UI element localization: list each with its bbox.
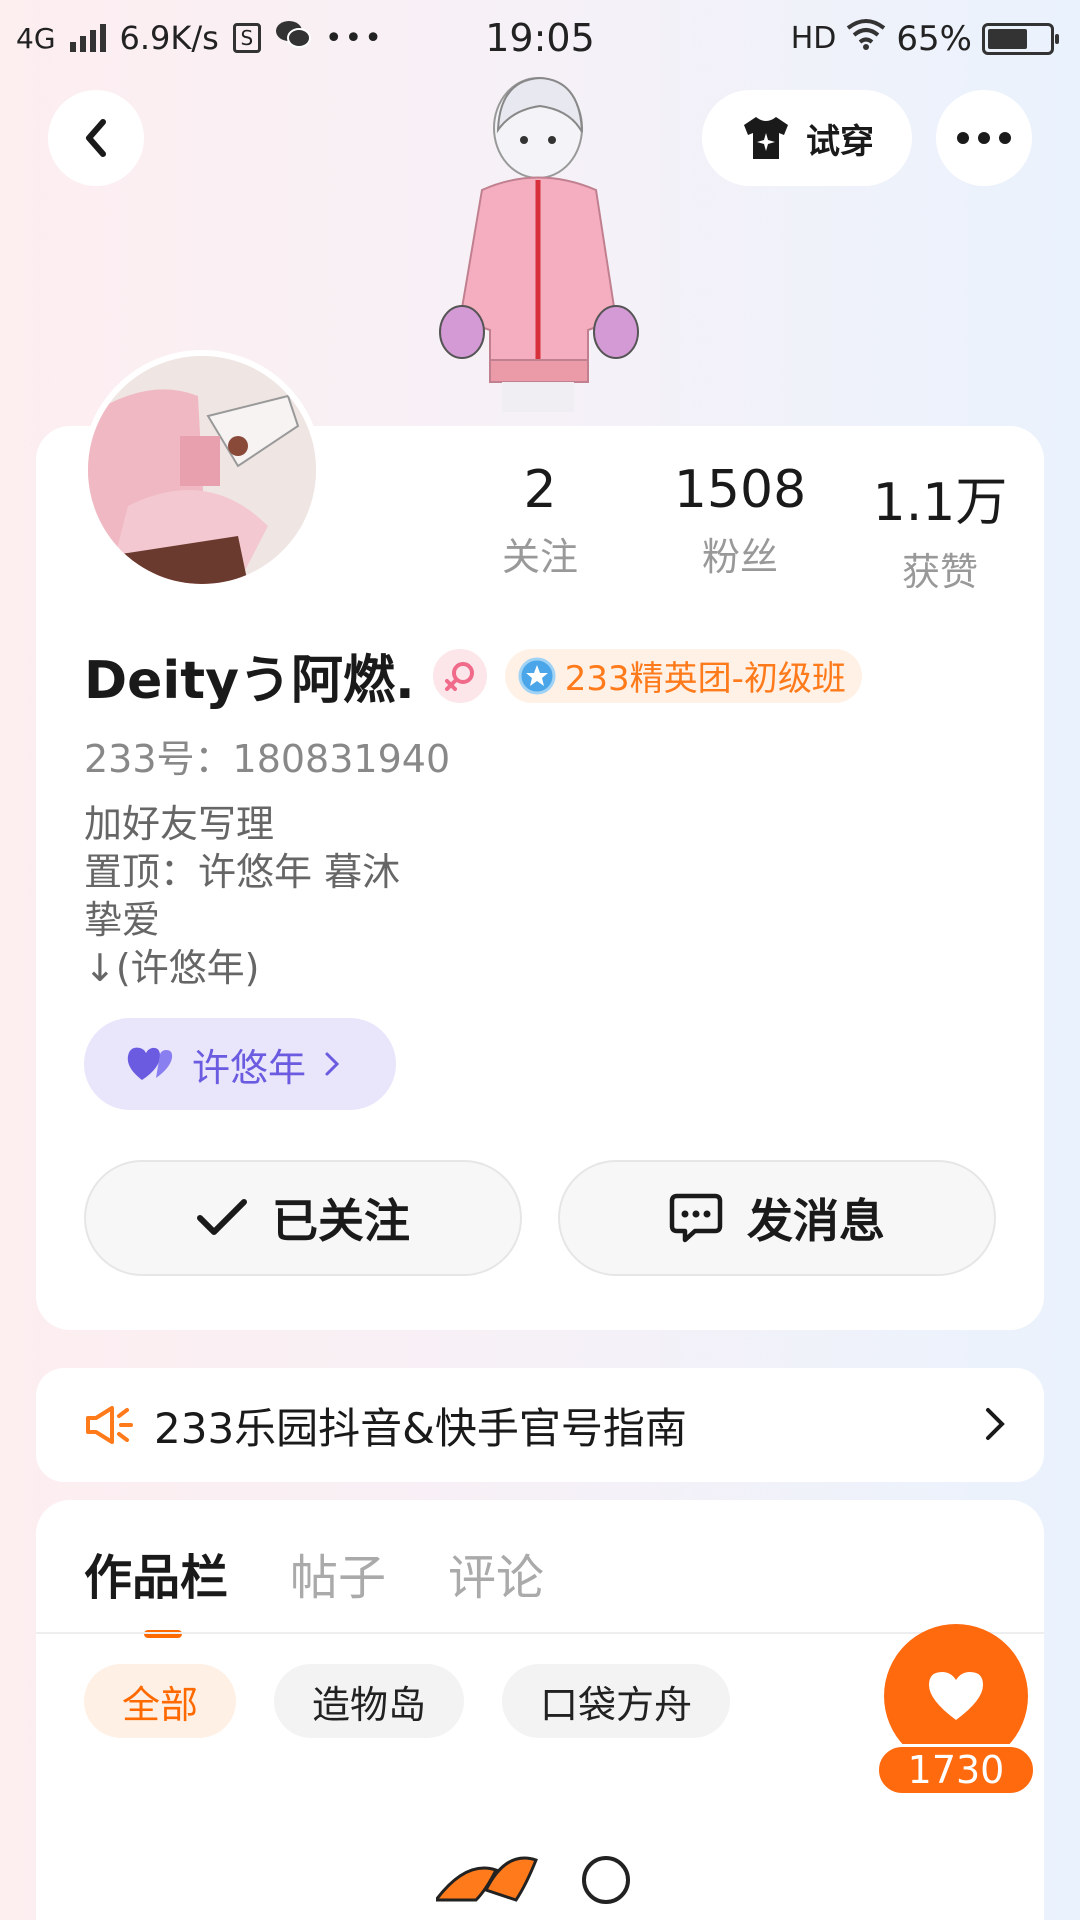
name-row: Deityう阿燃. 233精英团-初级班 [84, 638, 862, 713]
stat-value: 1508 [673, 460, 807, 520]
chevron-right-icon [325, 1052, 340, 1076]
check-icon [197, 1199, 247, 1235]
female-gender-icon [432, 648, 487, 703]
megaphone-icon [86, 1406, 133, 1444]
send-message-label: 发消息 [747, 1194, 885, 1248]
avatar[interactable] [82, 350, 322, 590]
battery-percent: 65% [896, 18, 972, 59]
status-bar: 4G 6.9K/s S ••• 19:05 HD 65% [0, 0, 1080, 76]
cp-partner-pill[interactable]: 许悠年 [84, 1018, 396, 1110]
tab-posts[interactable]: 帖子 [290, 1538, 386, 1608]
bio-line: ↓(许悠年) [84, 946, 260, 990]
bio-line: 挚爱 [84, 898, 161, 942]
cp-partner-name: 许悠年 [192, 1045, 307, 1090]
stat-following[interactable]: 2 关注 [440, 460, 640, 596]
tab-works[interactable]: 作品栏 [84, 1538, 228, 1638]
stat-likes[interactable]: 1.1万 获赞 [840, 460, 1040, 596]
bio-line: 置顶：许悠年 暮沐 [84, 850, 401, 894]
works-filters: 全部 造物岛 口袋方舟 [84, 1664, 731, 1738]
back-button[interactable] [48, 90, 144, 186]
wifi-icon [846, 18, 886, 59]
empty-state-illustration [436, 1856, 630, 1904]
more-button[interactable] [936, 90, 1032, 186]
announcement-text: 233乐园抖音&快手官号指南 [154, 1403, 687, 1453]
tshirt-icon [744, 117, 788, 159]
character-avatar-3d [420, 70, 660, 430]
user-name: Deityう阿燃. [84, 651, 415, 711]
stat-label: 获赞 [901, 550, 978, 594]
stat-label: 粉丝 [701, 535, 778, 579]
stat-label: 关注 [501, 535, 578, 579]
send-message-button[interactable]: 发消息 [558, 1160, 996, 1276]
tab-comments[interactable]: 评论 [448, 1538, 544, 1608]
filter-all[interactable]: 全部 [84, 1664, 237, 1738]
try-on-label: 试穿 [806, 121, 874, 162]
chat-bubble-icon [669, 1193, 723, 1243]
battery-icon [982, 22, 1059, 55]
stat-value: 1.1万 [872, 473, 1008, 533]
bio-line: 加好友写理 [84, 802, 275, 846]
chevron-left-icon [86, 119, 106, 157]
heart-icon [929, 1672, 983, 1720]
stat-followers[interactable]: 1508 粉丝 [640, 460, 840, 596]
filter-pocket-ark[interactable]: 口袋方舟 [502, 1664, 731, 1738]
double-heart-icon [127, 1047, 173, 1080]
elite-badge-label: 233精英团-初级班 [564, 659, 846, 699]
stat-value: 2 [523, 460, 557, 520]
elite-team-badge[interactable]: 233精英团-初级班 [504, 648, 862, 703]
works-tabs: 作品栏 帖子 评论 [84, 1538, 544, 1638]
filter-creation-island[interactable]: 造物岛 [274, 1664, 465, 1738]
bio: 加好友写理 置顶：许悠年 暮沐 挚爱 ↓(许悠年) [84, 800, 400, 992]
more-horizontal-icon [957, 132, 1011, 144]
followed-label: 已关注 [272, 1194, 410, 1248]
chevron-right-icon [986, 1408, 1005, 1440]
like-count: 1730 [876, 1744, 1036, 1796]
medal-icon [518, 657, 556, 694]
profile-stats: 2 关注 1508 粉丝 1.1万 获赞 [440, 460, 1040, 596]
hd-label: HD [790, 21, 837, 56]
try-on-button[interactable]: 试穿 [702, 90, 912, 186]
followed-button[interactable]: 已关注 [84, 1160, 522, 1276]
user-id: 233号：180831940 [84, 737, 451, 781]
announcement-bar[interactable]: 233乐园抖音&快手官号指南 [36, 1368, 1044, 1482]
divider [36, 1632, 1044, 1634]
